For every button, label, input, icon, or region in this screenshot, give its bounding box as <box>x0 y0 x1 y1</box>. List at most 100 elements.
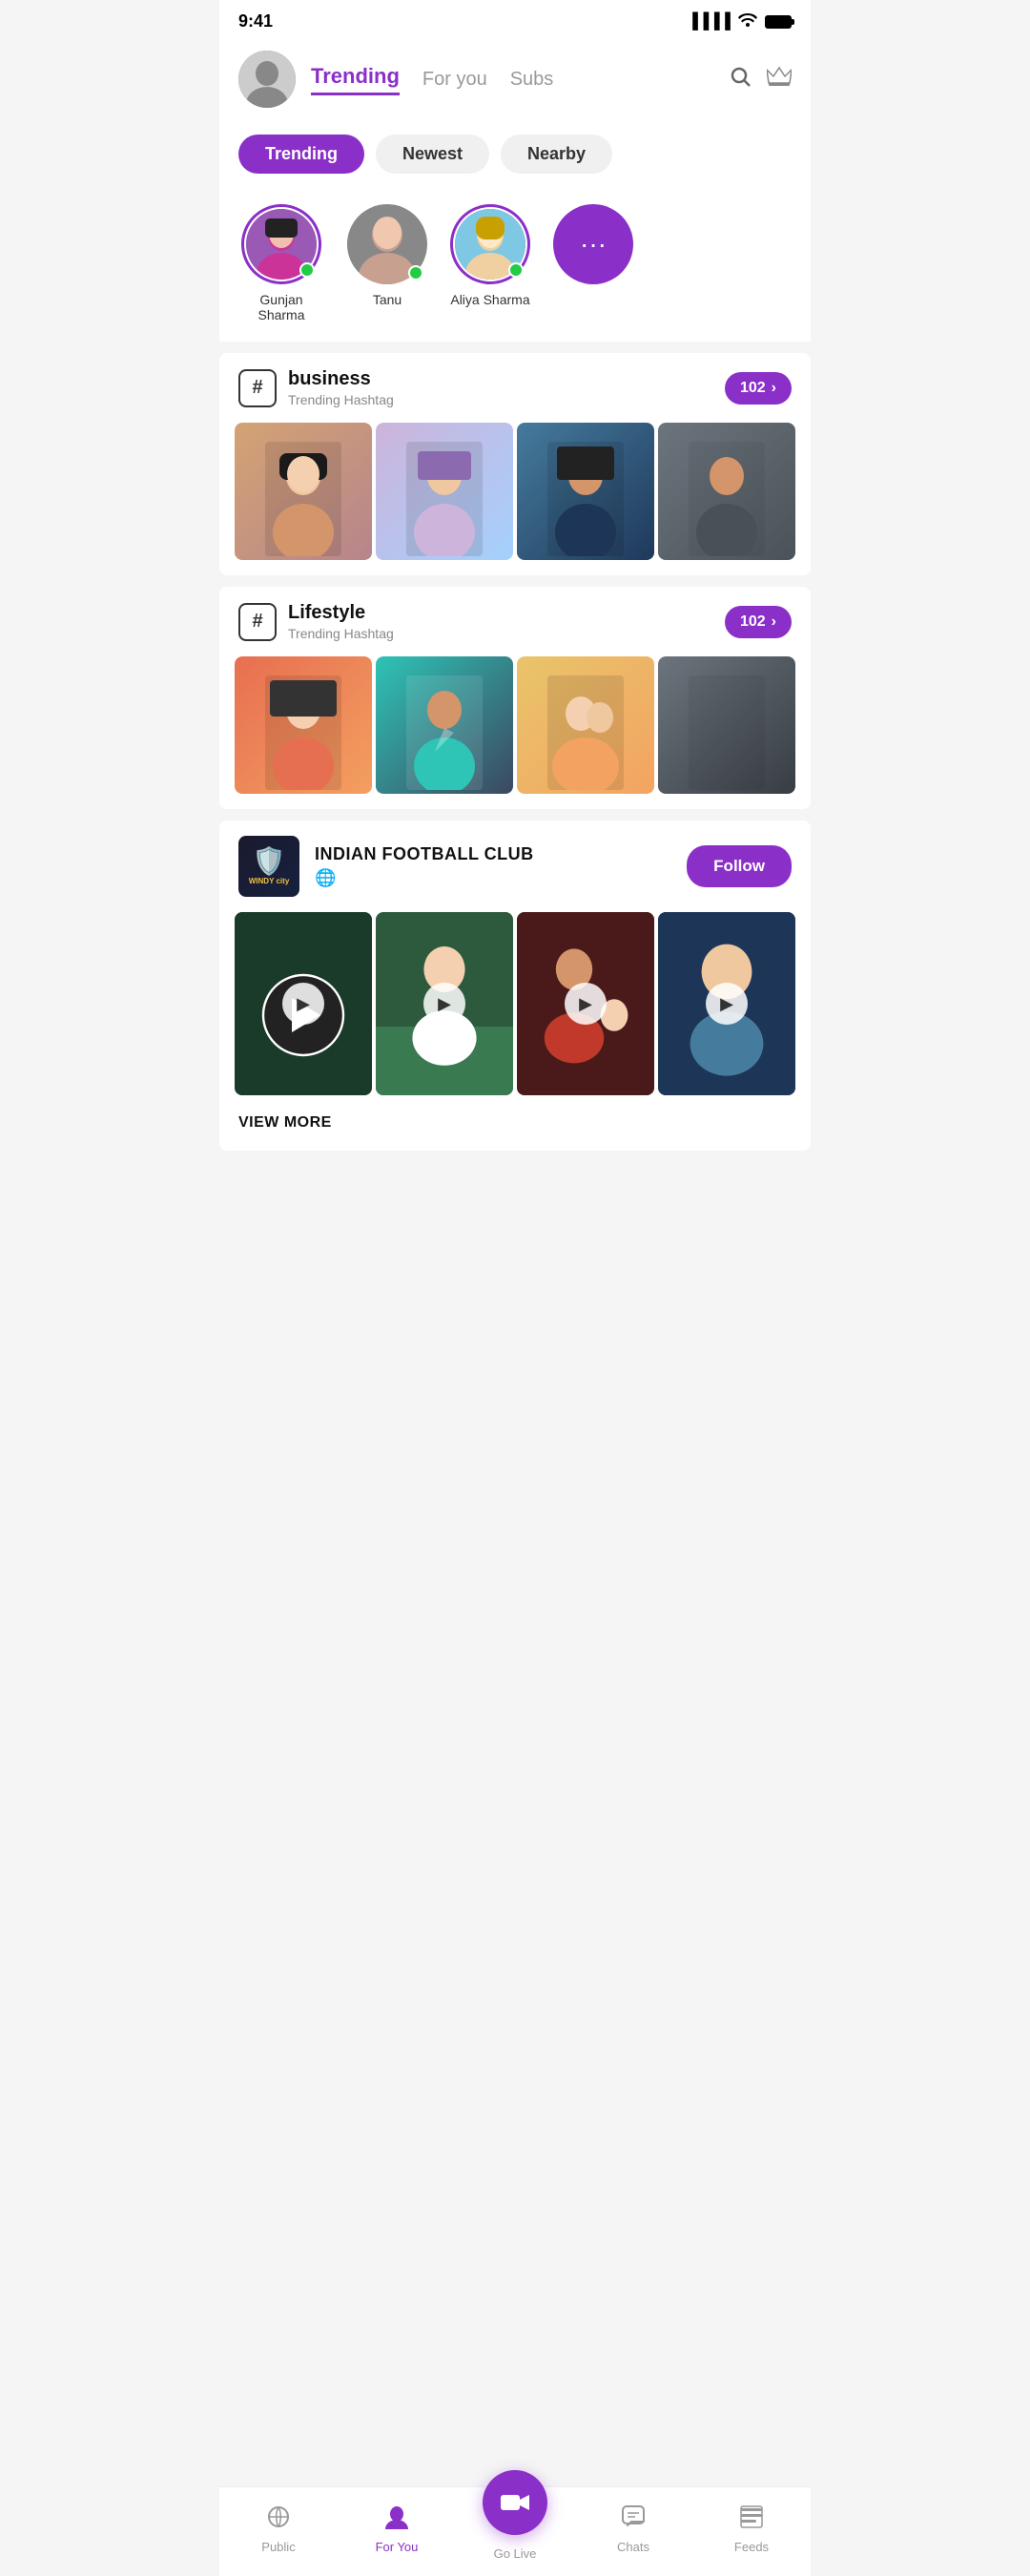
video-cell[interactable]: ▶ <box>376 912 513 1095</box>
story-name: Gunjan Sharma <box>238 292 324 322</box>
play-icon: ▶ <box>565 983 607 1025</box>
image-placeholder <box>517 423 654 560</box>
online-indicator <box>408 265 423 280</box>
chevron-right-icon: › <box>772 613 776 631</box>
image-placeholder <box>235 656 372 794</box>
hashtag-card-business: # business Trending Hashtag 102 › <box>219 353 811 575</box>
header-icons <box>729 65 792 93</box>
grid-image[interactable] <box>235 423 372 560</box>
chevron-right-icon: › <box>772 380 776 397</box>
hashtag-name: Lifestyle <box>288 602 713 624</box>
grid-image[interactable] <box>376 423 513 560</box>
filter-tabs: Trending Newest Nearby <box>219 123 811 189</box>
grid-image[interactable] <box>658 423 795 560</box>
card-title-group: Lifestyle Trending Hashtag <box>288 602 713 641</box>
video-cell[interactable]: ▶ <box>235 912 372 1095</box>
shield-icon: 🛡️ <box>253 848 286 875</box>
search-icon[interactable] <box>729 65 752 93</box>
public-icon <box>266 2504 291 2536</box>
nav-subs[interactable]: Subs <box>510 69 554 91</box>
battery-icon <box>765 15 792 29</box>
status-bar: 9:41 ▐▐▐▐ <box>219 0 811 39</box>
hashtag-subtitle: Trending Hashtag <box>288 626 713 641</box>
grid-image[interactable] <box>376 656 513 794</box>
follow-button[interactable]: Follow <box>687 845 792 887</box>
story-item[interactable]: Aliya Sharma <box>450 204 530 322</box>
feeds-icon <box>739 2504 764 2536</box>
more-button[interactable]: ··· <box>553 204 633 284</box>
header-nav: Trending For you Subs <box>311 64 713 95</box>
play-icon: ▶ <box>423 983 465 1025</box>
foryou-icon <box>384 2504 409 2536</box>
grid-image[interactable] <box>658 656 795 794</box>
hashtag-card-lifestyle: # Lifestyle Trending Hashtag 102 › <box>219 587 811 809</box>
hashtag-subtitle: Trending Hashtag <box>288 392 713 407</box>
card-header: # business Trending Hashtag 102 › <box>219 353 811 423</box>
video-grid: ▶ ▶ <box>219 912 811 1095</box>
play-icon: ▶ <box>282 983 324 1025</box>
image-placeholder <box>376 656 513 794</box>
bottom-nav: Public For You Go Live Cha <box>219 2486 811 2576</box>
nav-label-golive: Go Live <box>494 2546 537 2561</box>
card-title-group: business Trending Hashtag <box>288 368 713 407</box>
club-logo: 🛡️ WINDY city <box>238 836 299 897</box>
image-placeholder <box>235 423 372 560</box>
filter-newest[interactable]: Newest <box>376 135 489 174</box>
golive-button[interactable] <box>483 2470 547 2535</box>
story-item[interactable]: Gunjan Sharma <box>238 204 324 322</box>
count-number: 102 <box>740 380 766 397</box>
club-logo-text: WINDY city <box>249 877 290 885</box>
view-more-button[interactable]: VIEW MORE <box>219 1095 811 1151</box>
story-avatar-ring <box>241 204 321 284</box>
online-indicator <box>508 262 524 278</box>
filter-trending[interactable]: Trending <box>238 135 364 174</box>
online-indicator <box>299 262 315 278</box>
story-more[interactable]: ··· <box>553 204 633 322</box>
nav-foryou[interactable]: For You <box>338 2504 456 2554</box>
nav-label-foryou: For You <box>376 2540 419 2554</box>
story-name: Tanu <box>373 292 402 307</box>
nav-feeds[interactable]: Feeds <box>692 2504 811 2554</box>
card-header: # Lifestyle Trending Hashtag 102 › <box>219 587 811 656</box>
image-grid <box>219 423 811 575</box>
status-right: ▐▐▐▐ <box>688 11 792 31</box>
hashtag-icon: # <box>238 603 277 641</box>
club-card: 🛡️ WINDY city INDIAN FOOTBALL CLUB 🌐 Fol… <box>219 821 811 1151</box>
nav-trending[interactable]: Trending <box>311 64 400 95</box>
nav-public[interactable]: Public <box>219 2504 338 2554</box>
count-number: 102 <box>740 613 766 631</box>
nav-label-chats: Chats <box>617 2540 649 2554</box>
grid-image[interactable] <box>517 656 654 794</box>
chats-icon <box>621 2504 646 2536</box>
club-info: INDIAN FOOTBALL CLUB 🌐 <box>315 844 671 888</box>
story-avatar-ring <box>450 204 530 284</box>
nav-foryou[interactable]: For you <box>422 69 487 91</box>
image-placeholder <box>658 423 795 560</box>
grid-image[interactable] <box>235 656 372 794</box>
nav-label-public: Public <box>261 2540 295 2554</box>
filter-nearby[interactable]: Nearby <box>501 135 612 174</box>
nav-chats[interactable]: Chats <box>574 2504 692 2554</box>
stories-section: Gunjan Sharma Tanu <box>219 189 811 342</box>
image-placeholder <box>517 656 654 794</box>
globe-icon: 🌐 <box>315 868 671 888</box>
story-item[interactable]: Tanu <box>347 204 427 322</box>
crown-icon[interactable] <box>767 66 792 93</box>
video-cell[interactable]: ▶ <box>658 912 795 1095</box>
image-placeholder <box>376 423 513 560</box>
story-name: Aliya Sharma <box>450 292 529 307</box>
video-cell[interactable]: ▶ <box>517 912 654 1095</box>
user-avatar[interactable] <box>238 51 296 108</box>
nav-label-feeds: Feeds <box>734 2540 769 2554</box>
club-name: INDIAN FOOTBALL CLUB <box>315 844 671 864</box>
image-grid <box>219 656 811 809</box>
status-time: 9:41 <box>238 11 273 31</box>
wifi-icon <box>738 11 757 31</box>
play-icon: ▶ <box>706 983 748 1025</box>
count-badge[interactable]: 102 › <box>725 372 792 405</box>
club-header: 🛡️ WINDY city INDIAN FOOTBALL CLUB 🌐 Fol… <box>219 821 811 912</box>
grid-image[interactable] <box>517 423 654 560</box>
content-section: # business Trending Hashtag 102 › <box>219 353 811 1151</box>
nav-golive[interactable]: Go Live <box>456 2497 574 2561</box>
count-badge[interactable]: 102 › <box>725 606 792 638</box>
